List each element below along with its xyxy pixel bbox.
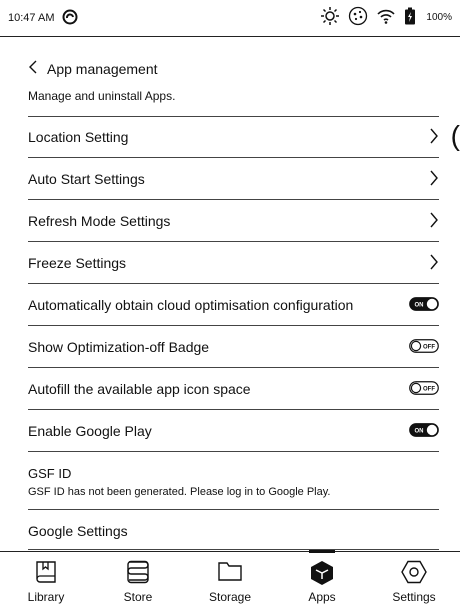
wifi-icon[interactable]	[376, 7, 396, 28]
setting-row[interactable]: Autofill the available app icon space OFF	[28, 368, 439, 410]
chevron-left-icon	[28, 60, 38, 77]
refresh-mode-icon[interactable]	[348, 6, 368, 29]
setting-label: Enable Google Play	[28, 423, 152, 439]
gsf-id-description: GSF ID has not been generated. Please lo…	[28, 486, 331, 498]
battery-percentage: 100%	[426, 12, 452, 23]
active-tab-indicator	[309, 550, 335, 553]
bottom-navigation: Library Store Storage Apps Settings	[0, 550, 460, 610]
nav-item-storage[interactable]: Storage	[184, 552, 276, 610]
status-bar: 10:47 AM 100%	[0, 0, 460, 37]
gsf-id-title: GSF ID	[28, 466, 72, 481]
back-button[interactable]: App management	[28, 60, 158, 77]
nav-label: Storage	[208, 590, 252, 604]
store-icon	[125, 560, 151, 589]
settings-hexagon-icon	[401, 560, 427, 589]
setting-label: Show Optimization-off Badge	[28, 339, 210, 355]
setting-label: Location Setting	[28, 129, 129, 145]
nav-label: Settings	[392, 590, 436, 604]
setting-row[interactable]: Show Optimization-off Badge OFF	[28, 326, 439, 368]
setting-row[interactable]: Auto Start Settings	[28, 158, 439, 200]
setting-label: Autofill the available app icon space	[28, 381, 251, 397]
setting-label: Automatically obtain cloud optimisation …	[28, 297, 354, 313]
nav-label: Store	[123, 590, 153, 604]
google-settings-label: Google Settings	[28, 523, 128, 539]
toggle-switch-on[interactable]: ON	[409, 297, 439, 311]
nav-label: Apps	[308, 590, 336, 604]
setting-label: Freeze Settings	[28, 255, 127, 271]
setting-row[interactable]: Enable Google Play ON	[28, 410, 439, 452]
nav-item-settings[interactable]: Settings	[368, 552, 460, 610]
folder-icon	[217, 560, 243, 587]
setting-row[interactable]: Refresh Mode Settings	[28, 200, 439, 242]
setting-row[interactable]: Automatically obtain cloud optimisation …	[28, 284, 439, 326]
toggle-switch-on[interactable]: ON	[409, 423, 439, 437]
toggle-switch-off[interactable]: OFF	[409, 381, 439, 395]
toggle-state-text: OFF	[423, 387, 435, 393]
status-time: 10:47 AM	[8, 12, 55, 24]
chevron-right-icon	[429, 254, 439, 275]
gsf-id-row: GSF ID GSF ID has not been generated. Pl…	[28, 464, 439, 510]
google-settings-row[interactable]: Google Settings	[28, 510, 439, 550]
setting-label: Auto Start Settings	[28, 171, 145, 187]
battery-icon	[404, 7, 416, 28]
setting-label: Refresh Mode Settings	[28, 213, 171, 229]
setting-row[interactable]: Freeze Settings	[28, 242, 439, 284]
toggle-state-text: ON	[415, 303, 424, 309]
toggle-state-text: OFF	[423, 345, 435, 351]
chevron-right-icon	[429, 170, 439, 191]
chevron-right-icon	[429, 128, 439, 149]
apps-cube-icon	[310, 560, 334, 591]
nav-item-apps[interactable]: Apps	[276, 550, 368, 610]
brightness-icon[interactable]	[320, 6, 340, 29]
page-title: App management	[47, 60, 158, 77]
page-subtitle: Manage and uninstall Apps.	[28, 89, 176, 103]
nav-label: Library	[27, 590, 65, 604]
toggle-state-text: ON	[415, 429, 424, 435]
nav-item-store[interactable]: Store	[92, 552, 184, 610]
nav-item-library[interactable]: Library	[0, 552, 92, 610]
setting-row[interactable]: Location Setting	[28, 116, 439, 158]
app-notification-icon	[62, 9, 78, 28]
toggle-switch-off[interactable]: OFF	[409, 339, 439, 353]
book-icon	[35, 560, 57, 589]
chevron-right-icon	[429, 212, 439, 233]
side-panel-handle[interactable]: (	[451, 121, 460, 151]
